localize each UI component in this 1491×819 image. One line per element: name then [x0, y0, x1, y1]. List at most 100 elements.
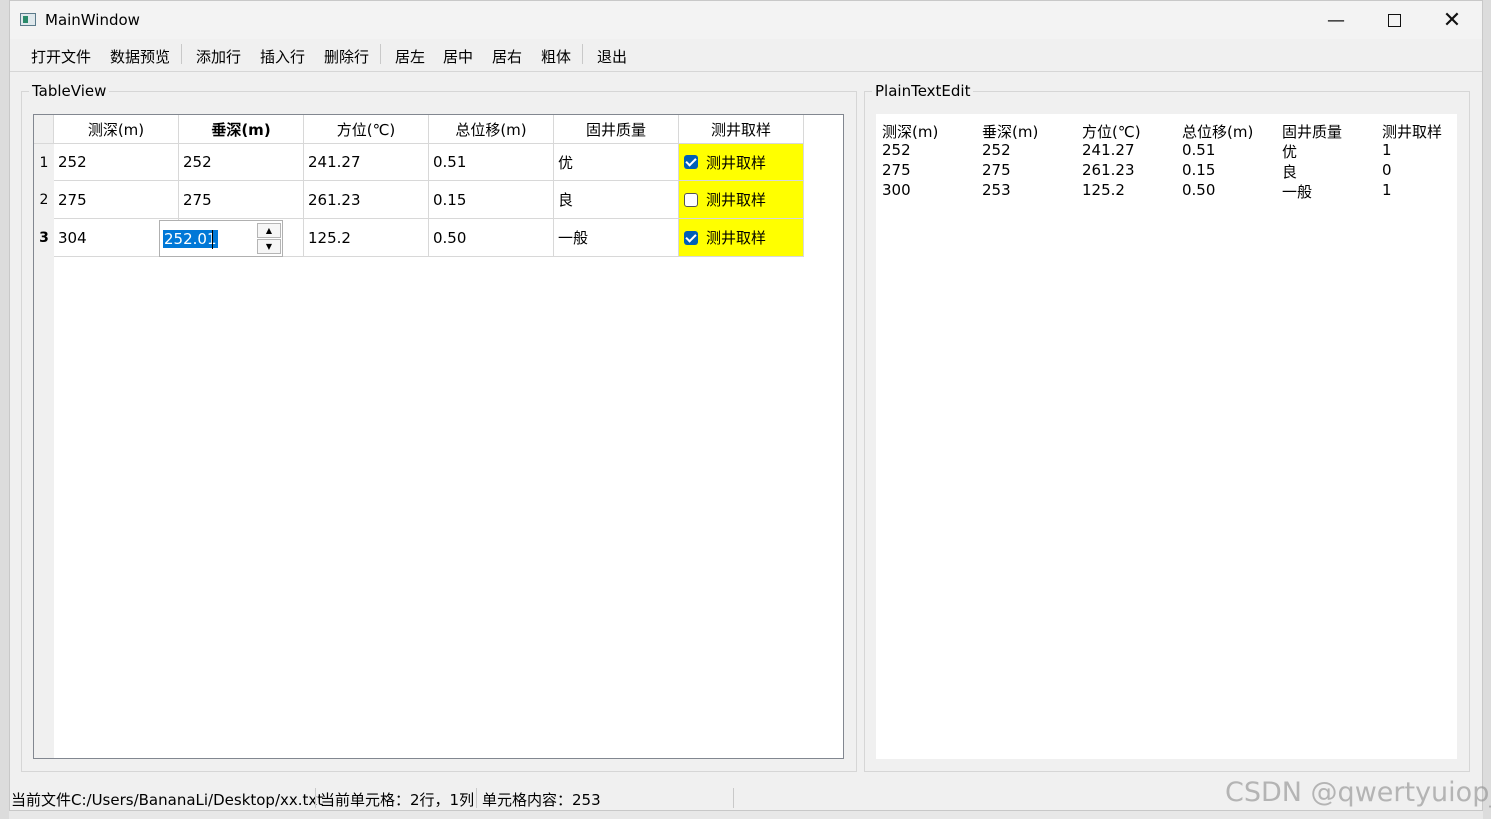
- bold-button[interactable]: 粗体: [541, 46, 571, 67]
- text-token: 253: [982, 181, 1011, 199]
- text-caret: [212, 230, 213, 249]
- row-header[interactable]: 2: [34, 181, 54, 219]
- text-token: 125.2: [1082, 181, 1125, 199]
- logging-sample-cell[interactable]: 测井取样: [679, 181, 804, 219]
- text-token: 0.51: [1182, 141, 1216, 159]
- add-row-button[interactable]: 添加行: [196, 46, 241, 67]
- column-header[interactable]: 垂深(m): [179, 115, 304, 144]
- toolbar-separator: [181, 44, 182, 64]
- column-header[interactable]: 总位移(m): [429, 115, 554, 144]
- editor-selected-text[interactable]: 252.01: [163, 230, 218, 248]
- status-separator: [733, 788, 734, 808]
- row-header[interactable]: 3: [34, 219, 54, 257]
- table-cell[interactable]: 252: [54, 144, 179, 181]
- close-button[interactable]: ✕: [1423, 1, 1481, 39]
- table-cell[interactable]: 一般: [554, 219, 679, 257]
- checkbox-label: 测井取样: [706, 153, 767, 172]
- text-token: 0.15: [1182, 161, 1216, 179]
- data-preview-button[interactable]: 数据预览: [110, 46, 170, 67]
- arrow-down-icon: ▼: [265, 242, 273, 251]
- text-line: 275 275 261.23 0.15 良 0: [882, 161, 1452, 181]
- spin-down-button[interactable]: ▼: [257, 239, 281, 254]
- column-header[interactable]: 固井质量: [554, 115, 679, 144]
- open-file-button[interactable]: 打开文件: [31, 46, 91, 67]
- text-token: 0.50: [1182, 181, 1216, 199]
- table-cell[interactable]: 275: [54, 181, 179, 219]
- column-header[interactable]: 测井取样: [679, 115, 804, 144]
- plaintextedit-group-title: PlainTextEdit: [872, 82, 974, 100]
- title-bar[interactable]: MainWindow — ✕: [10, 1, 1482, 39]
- tableview-group-title: TableView: [29, 82, 110, 100]
- cell-spinbox-editor[interactable]: 252.01 ▲ ▼: [159, 220, 283, 257]
- table-cell[interactable]: 261.23: [304, 181, 429, 219]
- toolbar-separator: [380, 44, 381, 64]
- minimize-button[interactable]: —: [1307, 1, 1365, 39]
- text-token: 261.23: [1082, 161, 1135, 179]
- align-right-button[interactable]: 居右: [492, 46, 522, 67]
- align-center-button[interactable]: 居中: [443, 46, 473, 67]
- close-icon: ✕: [1442, 7, 1462, 33]
- logging-sample-checkbox[interactable]: [684, 192, 698, 207]
- text-line: 测深(m) 垂深(m) 方位(℃) 总位移(m) 固井质量 测井取样: [882, 121, 1452, 141]
- text-token: 优: [1282, 143, 1298, 161]
- table-cell[interactable]: 275: [179, 181, 304, 219]
- logging-sample-checkbox[interactable]: [684, 230, 698, 245]
- text-token: 300: [882, 181, 911, 199]
- table-cell[interactable]: 0.15: [429, 181, 554, 219]
- text-token: 1: [1382, 181, 1392, 199]
- checkbox-label: 测井取样: [706, 229, 767, 247]
- text-line: 300 253 125.2 0.50 一般 1: [882, 181, 1452, 201]
- table-cell[interactable]: 125.2: [304, 219, 429, 257]
- column-header[interactable]: 方位(℃): [304, 115, 429, 144]
- minimize-icon: —: [1327, 9, 1345, 31]
- text-token: 测深(m): [882, 123, 939, 141]
- table-cell[interactable]: 252: [179, 144, 304, 181]
- maximize-icon: [1387, 13, 1401, 27]
- spin-up-button[interactable]: ▲: [257, 223, 281, 238]
- status-separator: [315, 788, 316, 808]
- text-token: 一般: [1282, 183, 1313, 201]
- text-token: 275: [882, 161, 911, 179]
- text-token: 总位移(m): [1182, 123, 1254, 141]
- app-icon: [20, 13, 36, 26]
- row-header[interactable]: 1: [34, 144, 54, 181]
- logging-sample-cell[interactable]: 测井取样: [679, 219, 804, 257]
- text-line: 252 252 241.27 0.51 优 1: [882, 141, 1452, 161]
- logging-sample-checkbox[interactable]: [684, 155, 698, 169]
- table-cell[interactable]: 良: [554, 181, 679, 219]
- table-cell[interactable]: 优: [554, 144, 679, 181]
- text-token: 0: [1382, 161, 1392, 179]
- status-separator: [476, 788, 477, 808]
- status-current-cell: 当前单元格：2行，1列: [320, 791, 475, 809]
- background-window-strip: [0, 0, 9, 819]
- background-window-strip: [1483, 0, 1491, 819]
- delete-row-button[interactable]: 删除行: [324, 46, 369, 67]
- plain-text-edit[interactable]: 测深(m) 垂深(m) 方位(℃) 总位移(m) 固井质量 测井取样 252 2…: [876, 114, 1457, 759]
- spinbox-buttons: ▲ ▼: [257, 223, 281, 254]
- status-cell-content: 单元格内容：253: [482, 791, 601, 809]
- exit-button[interactable]: 退出: [597, 46, 627, 67]
- text-token: 252: [982, 141, 1011, 159]
- table-corner-button[interactable]: [34, 115, 54, 144]
- text-token: 垂深(m): [982, 123, 1039, 141]
- table-cell[interactable]: 241.27: [304, 144, 429, 181]
- table-cell[interactable]: 0.51: [429, 144, 554, 181]
- align-left-button[interactable]: 居左: [395, 46, 425, 67]
- toolbar: 打开文件 数据预览 添加行 插入行 删除行 居左 居中 居右 粗体 退出: [10, 39, 1482, 72]
- arrow-up-icon: ▲: [265, 226, 273, 235]
- insert-row-button[interactable]: 插入行: [260, 46, 305, 67]
- text-token: 方位(℃): [1082, 123, 1141, 141]
- status-current-file: 当前文件C:/Users/BananaLi/Desktop/xx.txt: [11, 791, 324, 809]
- logging-sample-cell[interactable]: 测井取样: [679, 144, 804, 181]
- maximize-button[interactable]: [1365, 1, 1423, 39]
- text-token: 固井质量: [1282, 123, 1343, 141]
- text-token: 275: [982, 161, 1011, 179]
- checkbox-label: 测井取样: [706, 191, 767, 209]
- text-token: 测井取样: [1382, 123, 1443, 141]
- text-token: 241.27: [1082, 141, 1135, 159]
- toolbar-separator: [582, 44, 583, 64]
- text-token: 良: [1282, 163, 1298, 181]
- table-view[interactable]: 测深(m) 垂深(m) 方位(℃) 总位移(m) 固井质量 测井取样 1 2 3…: [33, 114, 844, 759]
- table-cell[interactable]: 0.50: [429, 219, 554, 257]
- column-header[interactable]: 测深(m): [54, 115, 179, 144]
